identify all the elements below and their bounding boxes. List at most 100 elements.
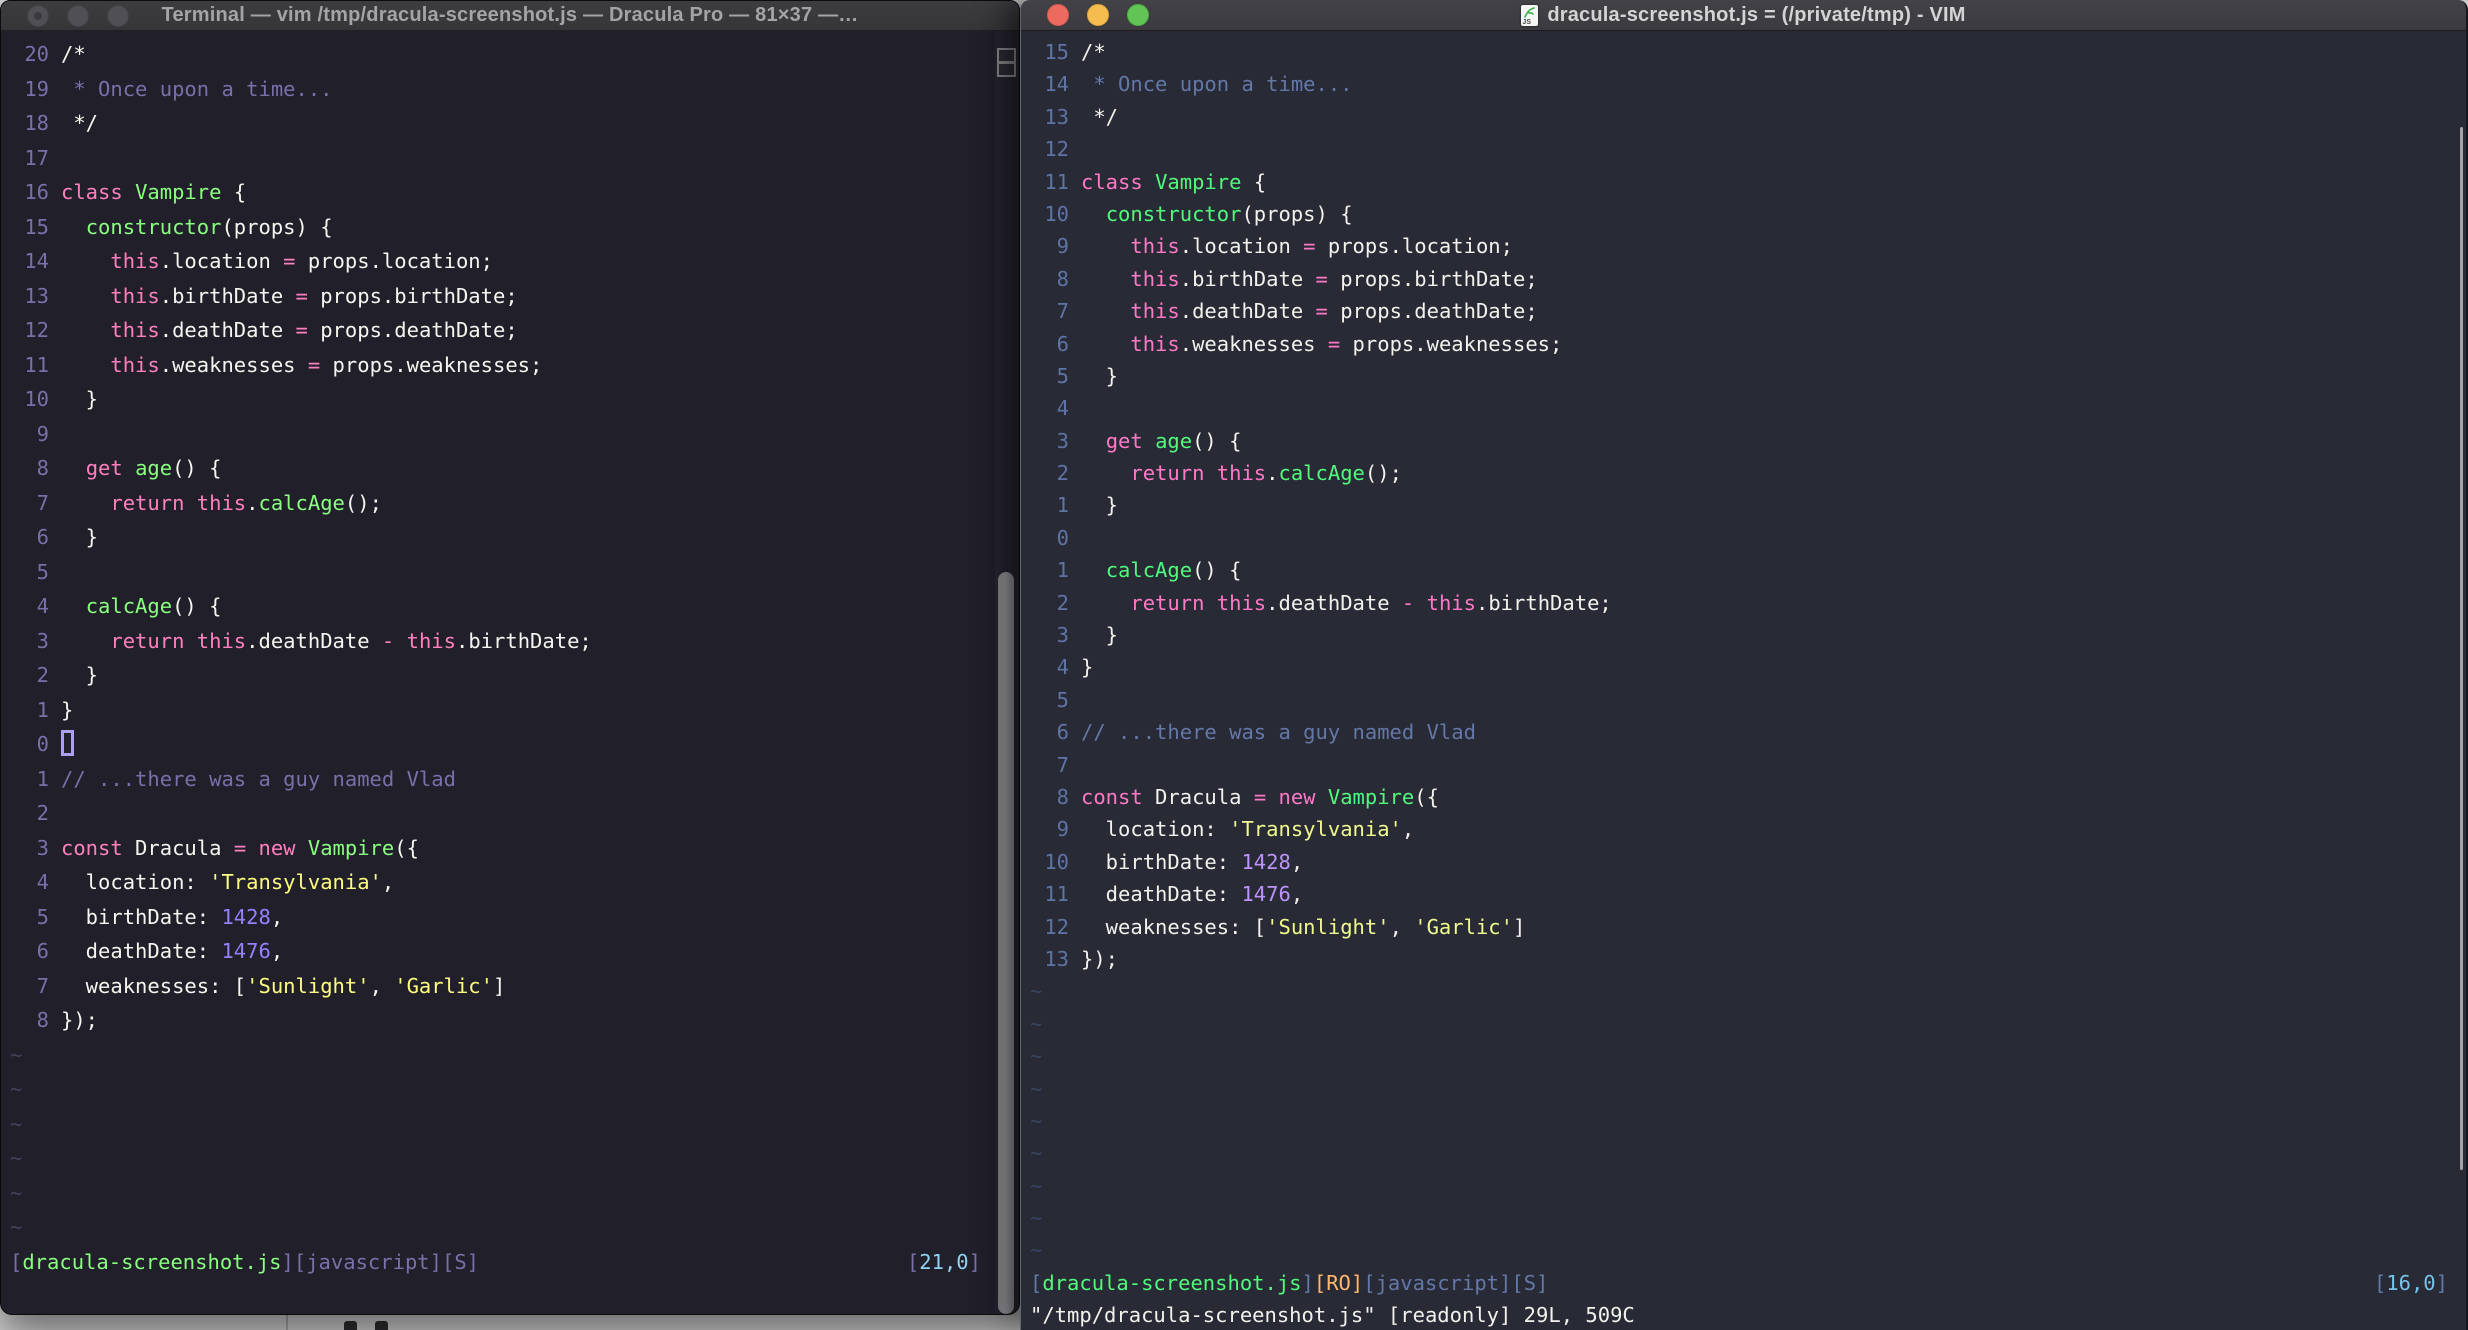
code-segment: props.deathDate; <box>307 318 518 342</box>
terminal-scrollbar[interactable] <box>995 31 1019 1314</box>
close-button-icon[interactable] <box>27 4 49 27</box>
macvim-scrollbar-thumb[interactable] <box>2460 127 2463 1170</box>
code-line: 12 weaknesses: ['Sunlight', 'Garlic'] <box>1021 911 2456 943</box>
code-text: return this.calcAge(); <box>61 486 382 521</box>
minimize-button-icon[interactable] <box>67 4 89 27</box>
code-segment: .deathDate <box>1179 299 1316 324</box>
macvim-titlebar[interactable]: JS dracula-screenshot.js = (/private/tmp… <box>1021 0 2466 31</box>
line-number: 10 <box>24 387 49 411</box>
code-line: 8 get age() { <box>1 451 995 486</box>
line-number: 6 <box>36 939 49 963</box>
code-segment: Dracula <box>122 835 234 860</box>
macvim-title-text: dracula-screenshot.js = (/private/tmp) -… <box>1547 4 1966 26</box>
line-number: 2 <box>36 663 49 687</box>
code-text: get age() { <box>1081 425 1242 457</box>
code-segment: class <box>61 180 123 204</box>
line-number: 8 <box>1056 266 1069 291</box>
code-segment: age <box>135 456 173 480</box>
code-line: 11 deathDate: 1476, <box>1021 878 2456 910</box>
empty-line-tilde: ~ <box>1030 1173 1043 1198</box>
vim-statusline: [dracula-screenshot.js][RO][javascript][… <box>1021 1267 2456 1299</box>
code-segment: (); <box>1364 461 1402 486</box>
empty-line-tilde: ~ <box>10 1180 23 1205</box>
line-number: 11 <box>1044 169 1069 194</box>
code-line: 4 location: 'Transylvania', <box>1 865 995 900</box>
vim-buffer-right[interactable]: 15/* 14 * Once upon a time... 13 */12 11 cla… <box>1021 31 2456 1330</box>
code-text: get age() { <box>61 451 222 486</box>
code-segment: Dracula <box>1142 784 1254 809</box>
code-segment: { <box>1241 169 1267 194</box>
terminal-window: Terminal — vim /tmp/dracula-screenshot.j… <box>0 0 1020 1315</box>
code-segment: props.weaknesses; <box>320 352 543 377</box>
minimize-button-icon[interactable] <box>1087 4 1109 26</box>
code-segment: ] <box>1513 914 1526 939</box>
code-segment: } <box>1081 655 1094 680</box>
code-segment: 'Transylvania' <box>209 870 382 894</box>
code-text: * Once upon a time... <box>61 72 332 107</box>
code-segment: dracula-screenshot.js <box>22 1249 282 1274</box>
code-segment: birthDate: <box>1081 849 1242 874</box>
code-segment: "/tmp/dracula-screenshot.js" [readonly] … <box>1030 1303 1635 1328</box>
line-number: 4 <box>1056 655 1069 680</box>
vim-buffer-left[interactable]: 20/* 19 * Once upon a time... 18 */17 16 cla… <box>1 31 995 1314</box>
code-line: 18 */ <box>1 106 995 141</box>
line-number: 10 <box>1044 201 1069 226</box>
code-segment: deathDate: <box>1081 882 1242 907</box>
terminal-titlebar[interactable]: Terminal — vim /tmp/dracula-screenshot.j… <box>1 1 1019 31</box>
code-segment: weaknesses: [ <box>61 973 247 998</box>
code-segment: , <box>1389 914 1415 939</box>
line-number: 7 <box>1056 299 1069 324</box>
terminal-scrollbar-thumb[interactable] <box>998 572 1014 1314</box>
line-number: 17 <box>24 145 49 170</box>
desktop-letter-fragment <box>344 1321 388 1330</box>
code-line: 4 <box>1021 392 2456 424</box>
code-segment: this <box>110 249 160 273</box>
code-text: this.birthDate = props.birthDate; <box>61 279 517 314</box>
code-line: 3 return this.deathDate - this.birthDate… <box>1 624 995 659</box>
code-line: 1} <box>1 693 995 728</box>
split-pane-icon[interactable] <box>997 48 1016 77</box>
line-number: 6 <box>1056 720 1069 745</box>
code-segment: ] <box>968 1249 981 1274</box>
terminal-vim-editor[interactable]: 20/* 19 * Once upon a time... 18 */17 16 cla… <box>1 31 1019 1314</box>
code-segment: // ...there was a guy named Vlad <box>61 766 456 791</box>
line-number: 4 <box>36 870 49 894</box>
code-line: 20 /* <box>1 37 995 72</box>
code-text: } <box>61 693 73 728</box>
code-segment: 'Sunlight' <box>246 973 370 998</box>
empty-line-tilde: ~ <box>1030 979 1043 1004</box>
empty-line-tilde: ~ <box>1030 1141 1043 1166</box>
zoom-button-icon[interactable] <box>1127 4 1149 26</box>
code-line: 2 return this.deathDate - this.birthDate… <box>1021 587 2456 619</box>
code-text: /* <box>61 37 86 72</box>
macvim-editor[interactable]: 15/* 14 * Once upon a time... 13 */12 11 cla… <box>1021 31 2466 1330</box>
code-segment: ({ <box>1414 784 1439 809</box>
code-segment: calcAge <box>258 490 345 515</box>
code-segment: .deathDate <box>1266 590 1402 615</box>
code-segment: .birthDate; <box>455 628 592 653</box>
line-number: 1 <box>36 766 49 791</box>
code-line: 3 } <box>1021 619 2456 651</box>
code-segment: .deathDate <box>159 318 296 342</box>
code-text: */ <box>61 106 98 141</box>
code-line: 5 } <box>1021 360 2456 392</box>
code-segment: .birthDate <box>1179 266 1316 291</box>
code-segment: props.location; <box>1315 234 1513 259</box>
line-number: 10 <box>1044 849 1069 874</box>
code-segment: ] <box>2435 1270 2448 1295</box>
line-number: 7 <box>36 973 49 998</box>
code-line: 8 const Dracula = new Vampire({ <box>1021 781 2456 813</box>
line-number: 8 <box>36 456 49 480</box>
close-button-icon[interactable] <box>1047 4 1069 26</box>
code-segment: get <box>1105 428 1143 453</box>
code-segment: [ <box>906 1249 920 1274</box>
screen: { "desktop": { "bg_color": "#d3d3d4" }, … <box>0 0 2468 1330</box>
zoom-button-icon[interactable] <box>107 4 129 27</box>
